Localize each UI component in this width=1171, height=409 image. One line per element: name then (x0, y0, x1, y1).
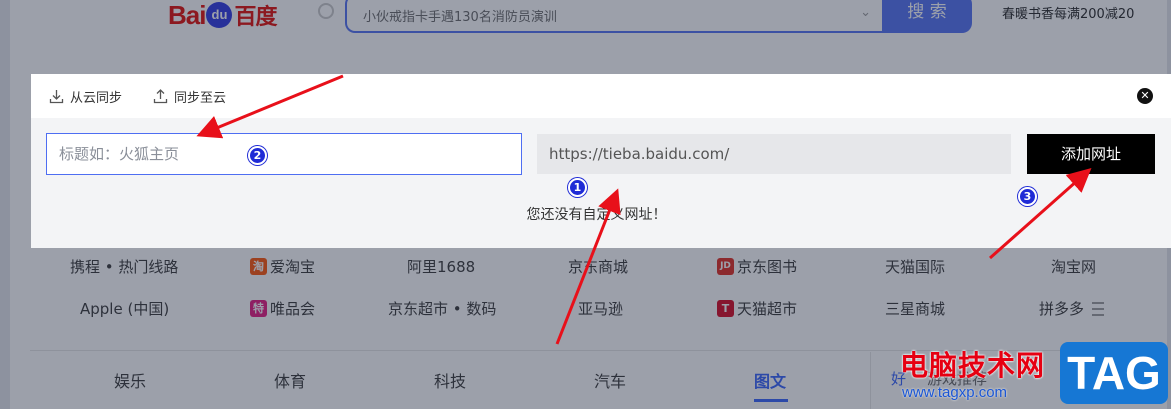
download-icon (49, 90, 64, 104)
sync-from-cloud-button[interactable]: 从云同步 (49, 87, 122, 106)
sync-to-cloud-label: 同步至云 (174, 91, 227, 106)
step-marker-2: 2 (248, 146, 267, 165)
sync-to-cloud-button[interactable]: 同步至云 (153, 87, 226, 106)
watermark-cn-text: 电脑技术网 (900, 349, 1046, 382)
upload-icon (153, 89, 168, 104)
empty-state-message: 您还没有自定义网址！ (526, 207, 667, 223)
watermark-url: www.tagxp.com (902, 384, 1008, 401)
sync-from-cloud-label: 从云同步 (70, 91, 123, 106)
dialog-header: 从云同步 同步至云 ✕ (31, 74, 1171, 118)
title-input[interactable] (46, 133, 522, 175)
site-watermark: 电脑技术网 www.tagxp.com TAG (898, 340, 1171, 409)
step-marker-1: 1 (568, 178, 587, 197)
add-url-dialog: 从云同步 同步至云 ✕ 添加网址 您还没有自定义网址！ (31, 74, 1171, 248)
add-url-button[interactable]: 添加网址 (1027, 134, 1155, 174)
url-input[interactable] (537, 134, 1011, 174)
step-marker-3: 3 (1018, 187, 1037, 206)
close-icon[interactable]: ✕ (1137, 88, 1153, 104)
watermark-tag-logo: TAG (1060, 342, 1168, 404)
